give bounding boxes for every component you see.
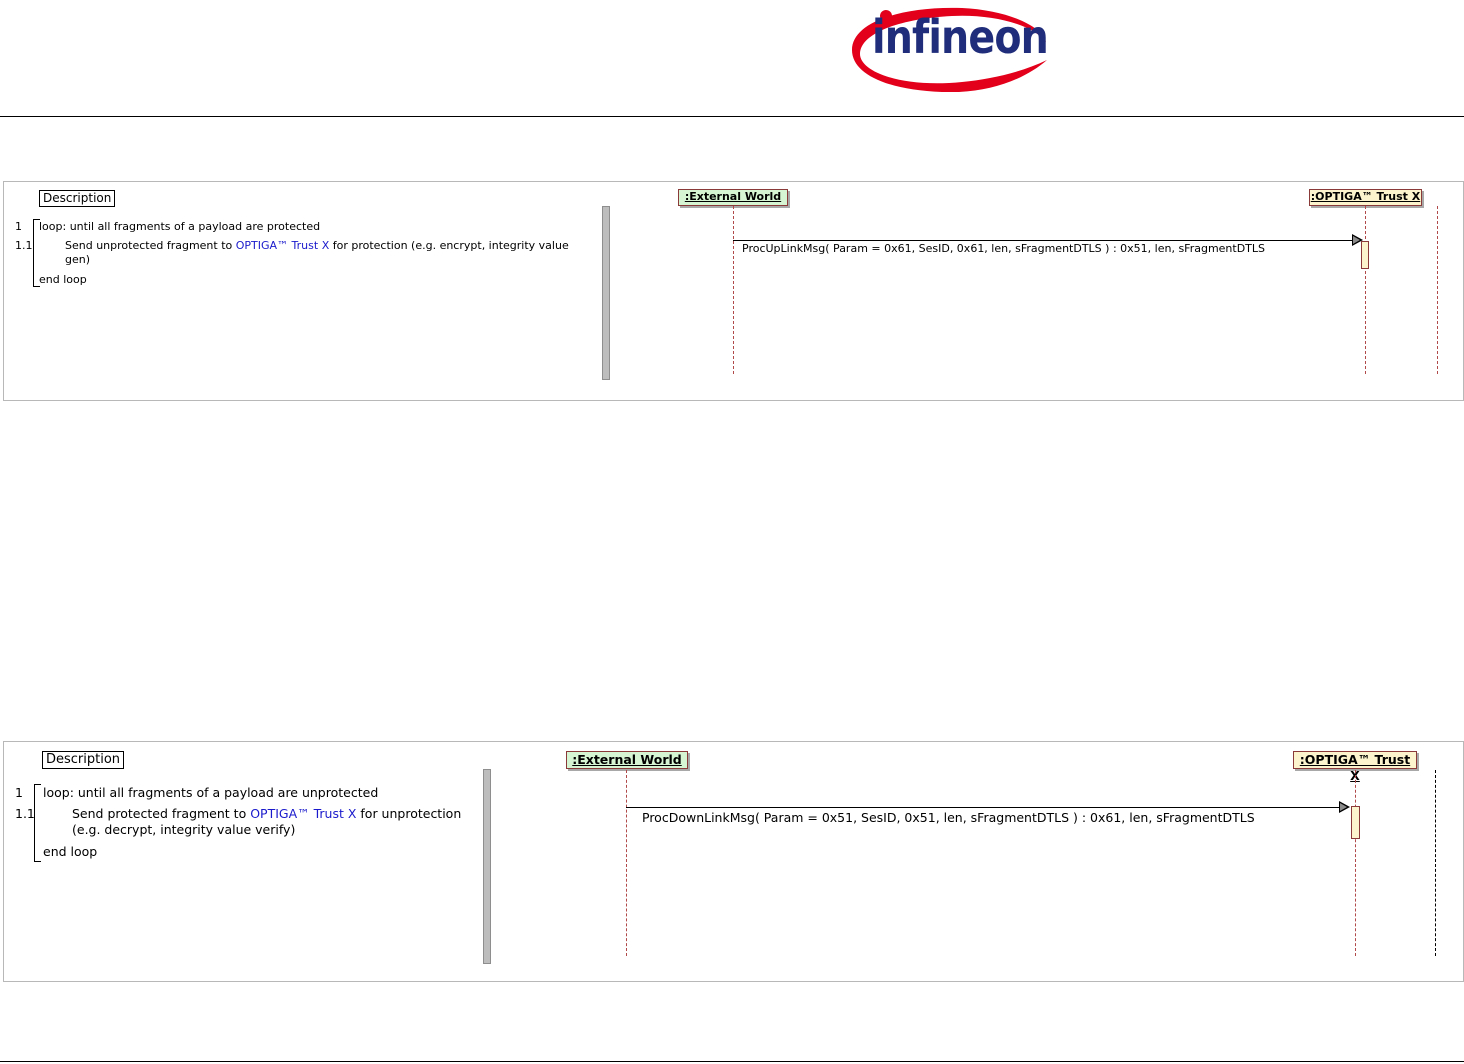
description-scrollbar[interactable] [483,769,491,964]
lifeline-line [1355,770,1356,956]
activation-bar [1351,806,1360,839]
sequence-diagram-panel: Description 1 loop: until all fragments … [3,181,1464,401]
step-text-line2: gen) [65,253,91,266]
step-number: 1.1 [15,239,33,252]
optiga-link: OPTIGA™ Trust X [235,239,330,252]
message-arrow [733,240,1353,241]
lifeline-line [626,770,627,956]
lifeline-line [1365,206,1366,374]
step-number: 1 [15,785,23,800]
step-number: 1 [15,220,22,233]
arrowhead-fill [1340,803,1347,811]
lifeline-line [733,206,734,374]
loop-start-text: loop: until all fragments of a payload a… [43,785,379,800]
loop-bracket [34,784,41,862]
message-label: ProcUpLinkMsg( Param = 0x61, SesID, 0x61… [742,242,1266,255]
description-scrollbar[interactable] [602,206,610,380]
step-text-line2: (e.g. decrypt, integrity value verify) [72,822,296,837]
message-label: ProcDownLinkMsg( Param = 0x51, SesID, 0x… [642,810,1255,825]
lifeline-optiga-trust-x: :OPTIGA™ Trust X [1293,751,1417,783]
lifeline-line [1437,206,1438,374]
step-text: Send unprotected fragment to OPTIGA™ Tru… [65,239,569,252]
message-arrow [626,807,1340,808]
lifeline-external-world: :External World [566,751,688,769]
loop-end-text: end loop [39,273,87,286]
logo-text: infineon [872,10,1049,64]
footer-divider [0,1061,1464,1062]
loop-start-text: loop: until all fragments of a payload a… [39,220,321,233]
arrowhead-fill [1353,236,1360,244]
infineon-logo: infineon [842,2,1057,92]
sequence-diagram-panel: Description 1 loop: until all fragments … [3,741,1464,982]
step-number: 1.1 [15,806,35,821]
optiga-link: OPTIGA™ Trust X [250,806,357,821]
lifeline-external-world: :External World [678,189,788,206]
description-label: Description [42,751,125,769]
lifeline-optiga-trust-x: :OPTIGA™ Trust X [1309,189,1422,206]
step-text: Send protected fragment to OPTIGA™ Trust… [72,806,462,821]
header-divider [0,116,1464,117]
description-label: Description [39,190,116,207]
loop-end-text: end loop [43,844,98,859]
lifeline-line [1435,770,1436,956]
